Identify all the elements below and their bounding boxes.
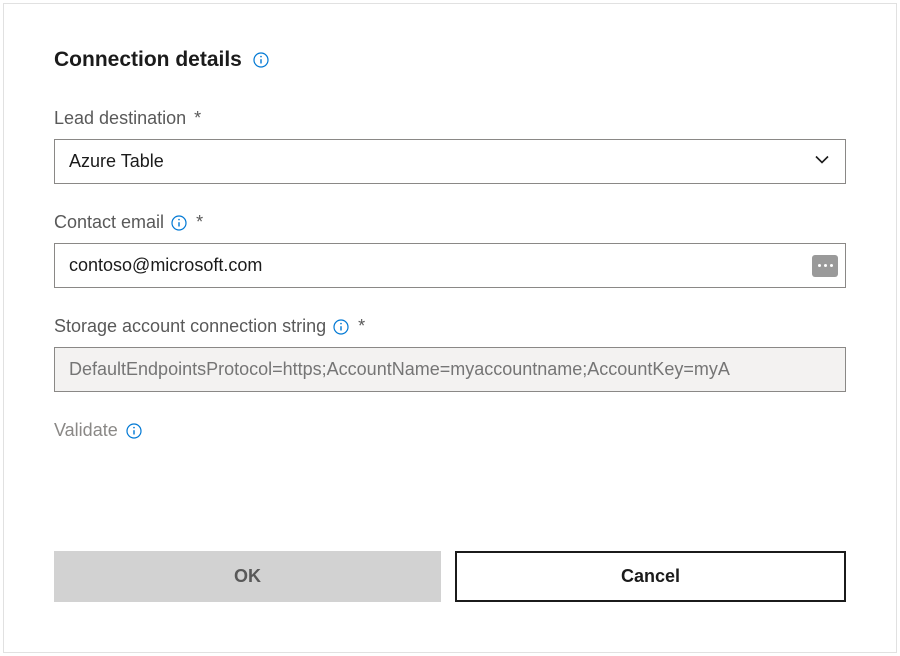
connection-string-field: Storage account connection string * — [54, 316, 846, 392]
info-icon[interactable] — [125, 422, 143, 440]
info-icon[interactable] — [332, 318, 350, 336]
info-icon[interactable] — [252, 51, 270, 69]
contact-email-input[interactable] — [54, 243, 846, 288]
section-title: Connection details — [54, 48, 846, 72]
label-text: Lead destination — [54, 108, 186, 129]
section-title-text: Connection details — [54, 48, 242, 72]
ok-button[interactable]: OK — [54, 551, 441, 602]
contact-email-label: Contact email * — [54, 212, 846, 233]
connection-string-label: Storage account connection string * — [54, 316, 846, 337]
label-text: Storage account connection string — [54, 316, 326, 337]
connection-details-panel: Connection details Lead destination * Az… — [3, 3, 897, 653]
ellipsis-icon — [818, 264, 821, 267]
lead-destination-label: Lead destination * — [54, 108, 846, 129]
connection-string-input[interactable] — [54, 347, 846, 392]
more-options-button[interactable] — [812, 255, 838, 277]
ellipsis-icon — [824, 264, 827, 267]
ellipsis-icon — [830, 264, 833, 267]
label-text: Contact email — [54, 212, 164, 233]
info-icon[interactable] — [170, 214, 188, 232]
validate-link[interactable]: Validate — [54, 420, 846, 441]
required-indicator: * — [358, 316, 365, 337]
required-indicator: * — [196, 212, 203, 233]
required-indicator: * — [194, 108, 201, 129]
contact-email-wrapper — [54, 243, 846, 288]
validate-label: Validate — [54, 420, 118, 441]
lead-destination-field: Lead destination * Azure Table — [54, 108, 846, 184]
lead-destination-select-wrapper: Azure Table — [54, 139, 846, 184]
cancel-button[interactable]: Cancel — [455, 551, 846, 602]
contact-email-field: Contact email * — [54, 212, 846, 288]
lead-destination-select[interactable]: Azure Table — [54, 139, 846, 184]
action-button-row: OK Cancel — [54, 551, 846, 602]
